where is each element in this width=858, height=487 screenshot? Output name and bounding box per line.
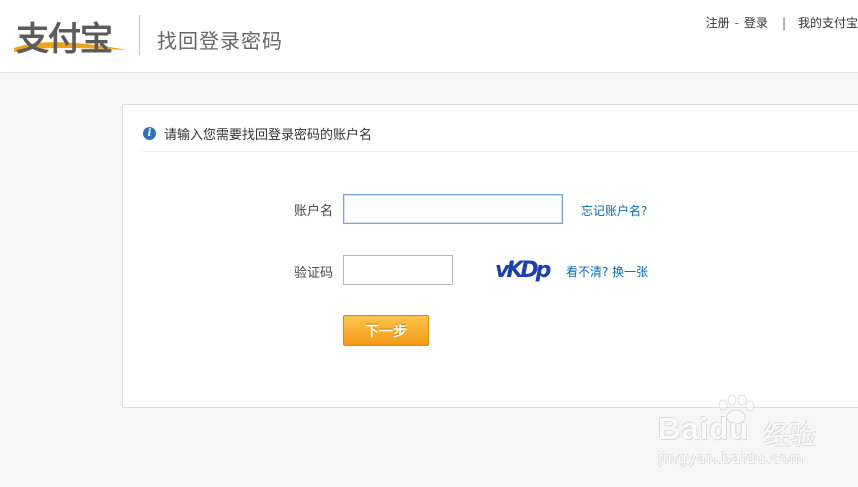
login-link[interactable]: 登录 xyxy=(744,14,768,31)
baidu-jingyan-watermark: Baidu 经验 jingyan.baidu.com xyxy=(656,395,856,485)
account-input[interactable] xyxy=(343,194,563,224)
register-link[interactable]: 注册 xyxy=(706,14,730,31)
watermark-jingyan: 经验 xyxy=(764,421,817,451)
notice-text: 请输入您需要找回登录密码的账户名 xyxy=(164,127,373,143)
header-divider xyxy=(139,15,140,55)
account-label: 账户名 xyxy=(293,204,333,219)
top-links: 注册 - 登录 | 我的支付宝 xyxy=(706,14,858,31)
next-step-button[interactable]: 下一步 xyxy=(343,315,429,346)
my-alipay-link[interactable]: 我的支付宝 xyxy=(798,14,858,31)
info-icon: i xyxy=(143,126,156,140)
captcha-label: 验证码 xyxy=(293,266,333,281)
page-title: 找回登录密码 xyxy=(157,29,283,53)
link-separator: - xyxy=(734,15,739,30)
watermark-brand: Baidu xyxy=(658,411,750,446)
captcha-image[interactable]: vKDp xyxy=(493,255,554,285)
forgot-account-link[interactable]: 忘记账户名? xyxy=(581,202,647,219)
refresh-captcha-link[interactable]: 看不清? 换一张 xyxy=(566,263,648,280)
captcha-text: vKDp xyxy=(495,258,551,283)
captcha-input[interactable] xyxy=(343,255,453,285)
logo-text: 支付宝 xyxy=(16,19,113,58)
watermark-url: jingyan.baidu.com xyxy=(658,451,805,467)
recover-password-panel: i 请输入您需要找回登录密码的账户名 账户名 忘记账户名? 验证码 vKDp 看… xyxy=(122,104,858,408)
header: 支付宝 找回登录密码 注册 - 登录 | 我的支付宝 xyxy=(0,0,858,73)
alipay-logo[interactable]: 支付宝 xyxy=(12,10,132,58)
panel-notice: i 请输入您需要找回登录密码的账户名 xyxy=(143,121,858,152)
link-divider: | xyxy=(781,15,786,30)
